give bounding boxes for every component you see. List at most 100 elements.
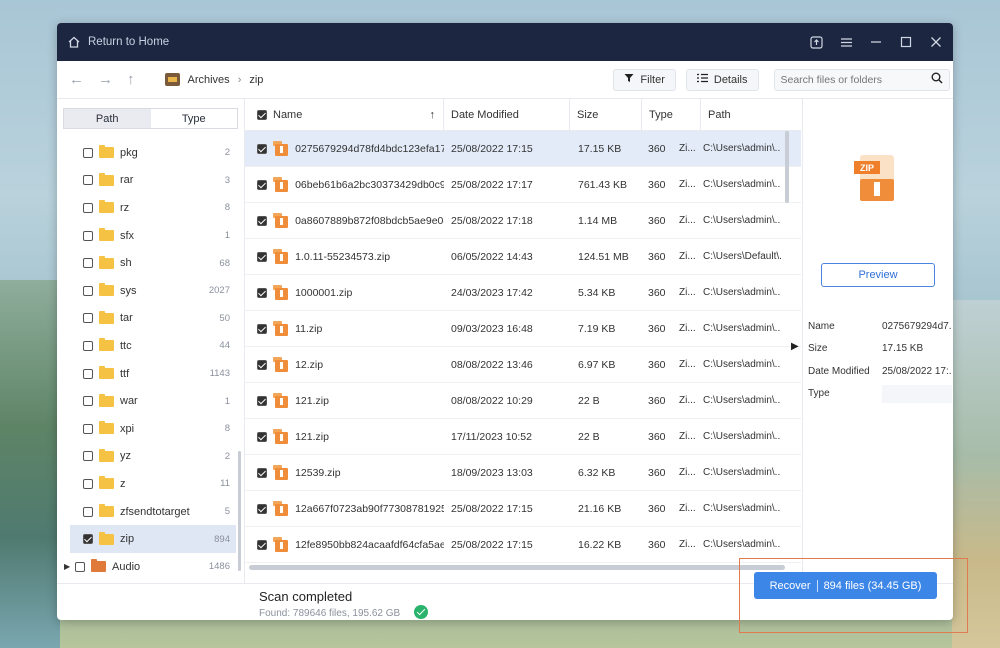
sidebar-scrollbar[interactable] [238,451,241,571]
type-item-pkg[interactable]: pkg 2 [57,139,236,167]
type-item-war[interactable]: war 1 [57,387,236,415]
type-item-label: z [120,477,126,490]
file-row[interactable]: 1000001.zip 24/03/2023 17:42 5.34 KB 360 Zi.… [245,275,801,311]
file-checkbox[interactable] [257,395,267,406]
type-item-rar[interactable]: rar 3 [57,167,236,195]
file-checkbox[interactable] [257,323,267,334]
type-item-sfx[interactable]: sfx 1 [57,222,236,250]
column-path[interactable]: Path [701,99,797,130]
check-circle-icon [414,605,428,619]
list-scrollbar[interactable] [785,131,789,203]
file-name: 1.0.11-55234573.zip [295,250,391,263]
column-name[interactable]: Name ↑ [245,99,444,130]
select-all-checkbox[interactable] [257,109,267,120]
breadcrumb-item-zip[interactable]: zip [249,74,263,86]
file-row[interactable]: 12fe8950bb824acaafdf64cfa5aee... 25/08/20… [245,527,801,563]
type-item-z[interactable]: z 11 [57,470,236,498]
file-type-cell: 360 [648,358,666,371]
file-name: 0275679294d78fd4bdc123efa179... [295,142,444,155]
file-row[interactable]: 121.zip 17/11/2023 10:52 22 B 360 Zi... C:\Us… [245,419,801,455]
type-checkbox[interactable] [83,534,93,545]
folder-icon [99,145,114,159]
type-checkbox[interactable] [83,202,93,213]
breadcrumb-item-archives[interactable]: Archives [188,74,230,86]
file-row[interactable]: 1.0.11-55234573.zip 06/05/2022 14:43 124.5… [245,239,801,275]
return-home-button[interactable]: Return to Home [67,35,169,49]
file-row[interactable]: 12539.zip 18/09/2023 13:03 6.32 KB 360 Zi...… [245,455,801,491]
file-checkbox[interactable] [257,251,267,262]
type-checkbox[interactable] [83,340,93,351]
forward-arrow-icon[interactable]: → [98,71,113,88]
type-checkbox[interactable] [75,561,85,572]
type-item-rz[interactable]: rz 8 [57,194,236,222]
type-checkbox[interactable] [83,147,93,158]
column-size[interactable]: Size [570,99,642,130]
search-input[interactable] [780,73,931,86]
type-item-audio[interactable]: ▶ Audio 1486 [57,553,236,581]
file-name: 11.zip [295,322,323,335]
type-checkbox[interactable] [83,423,93,434]
file-checkbox[interactable] [257,359,267,370]
tab-path[interactable]: Path [64,109,151,128]
type-checkbox[interactable] [83,368,93,379]
type-checkbox[interactable] [83,451,93,462]
horizontal-scrollbar[interactable] [249,565,785,570]
file-name-cell: 12fe8950bb824acaafdf64cfa5aee... [245,536,444,553]
type-item-ttc[interactable]: ttc 44 [57,332,236,360]
up-arrow-icon[interactable]: ↑ [127,71,135,88]
file-row[interactable]: 12a667f0723ab90f773087819256... 25/08/202… [245,491,801,527]
type-item-sys[interactable]: sys 2027 [57,277,236,305]
collapse-pane-arrow-icon[interactable]: ▶ [791,341,799,352]
file-checkbox[interactable] [257,215,267,226]
upload-icon[interactable] [809,35,823,49]
file-checkbox[interactable] [257,431,267,442]
type-item-yz[interactable]: yz 2 [57,443,236,471]
type-checkbox[interactable] [83,285,93,296]
file-row[interactable]: 06beb61b6a2bc30373429db0c9c... 25/08/2022… [245,167,801,203]
file-row[interactable]: 12.zip 08/08/2022 13:46 6.97 KB 360 Zi... C:\… [245,347,801,383]
file-row[interactable]: 121.zip 08/08/2022 10:29 22 B 360 Zi... C:\Us… [245,383,801,419]
type-item-zfsendtotarget[interactable]: zfsendtotarget 5 [57,498,236,526]
type-item-label: tar [120,312,133,325]
column-type[interactable]: Type [642,99,701,130]
file-checkbox[interactable] [257,467,267,478]
file-checkbox[interactable] [257,539,267,550]
file-path-cell: C:\Users\admin\... [703,287,781,298]
type-checkbox[interactable] [83,478,93,489]
sort-up-arrow-icon[interactable]: ↑ [430,109,436,121]
filter-button[interactable]: Filter [613,68,676,91]
file-row[interactable]: 0275679294d78fd4bdc123efa179... 25/08/202… [245,131,801,167]
file-checkbox[interactable] [257,287,267,298]
preview-button[interactable]: Preview [821,263,935,287]
close-icon[interactable] [929,35,943,49]
file-row[interactable]: 11.zip 09/03/2023 16:48 7.19 KB 360 Zi... C:\… [245,311,801,347]
type-item-ttf[interactable]: ttf 1143 [57,360,236,388]
menu-icon[interactable] [839,35,853,49]
file-checkbox[interactable] [257,143,267,154]
type-checkbox[interactable] [83,175,93,186]
type-item-label: zfsendtotarget [120,505,190,518]
type-item-sh[interactable]: sh 68 [57,249,236,277]
type-item-xpi[interactable]: xpi 8 [57,415,236,443]
maximize-icon[interactable] [899,35,913,49]
scan-status-title: Scan completed [259,589,353,604]
file-checkbox[interactable] [257,503,267,514]
type-checkbox[interactable] [83,258,93,269]
back-arrow-icon[interactable]: ← [69,71,84,88]
type-checkbox[interactable] [83,396,93,407]
file-row[interactable]: 0a8607889b872f08bdcb5ae9e08c... 25/08/202… [245,203,801,239]
type-item-tar[interactable]: tar 50 [57,305,236,333]
file-name-cell: 0a8607889b872f08bdcb5ae9e08c... [245,212,444,229]
file-checkbox[interactable] [257,179,267,190]
column-date[interactable]: Date Modified [444,99,570,130]
expand-arrow-icon[interactable]: ▶ [64,562,70,571]
type-checkbox[interactable] [83,506,93,517]
type-checkbox[interactable] [83,230,93,241]
details-button[interactable]: Details [685,68,759,91]
type-item-zip[interactable]: zip 894 [70,525,236,553]
file-ext-cell: Zi... [679,359,696,370]
minimize-icon[interactable] [869,35,883,49]
tab-type[interactable]: Type [150,109,237,128]
search-icon[interactable] [931,72,943,87]
type-checkbox[interactable] [83,313,93,324]
